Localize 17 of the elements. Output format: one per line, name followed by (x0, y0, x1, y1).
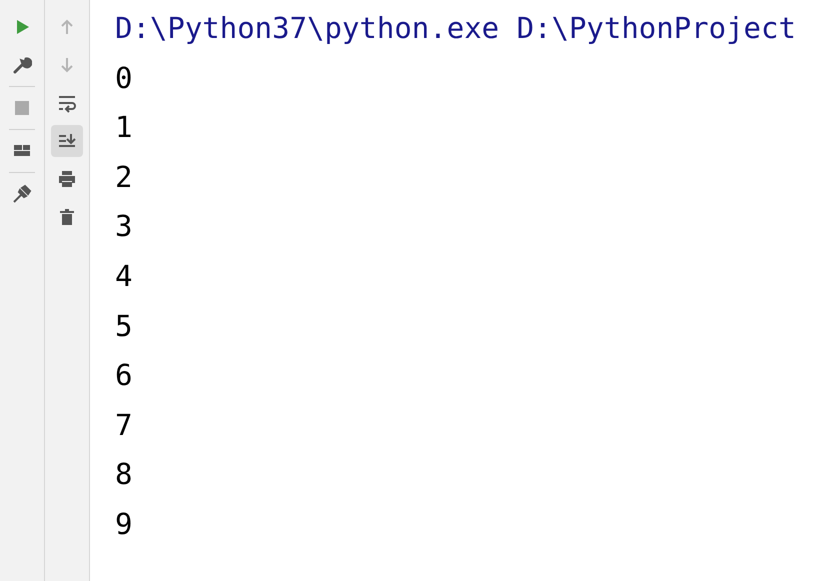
output-line: 9 (115, 506, 134, 543)
scroll-to-end-button[interactable] (51, 125, 83, 157)
output-line: 3 (115, 208, 134, 246)
output-line: 7 (115, 406, 134, 444)
output-line: 5 (115, 308, 134, 345)
soft-wrap-icon (57, 93, 77, 113)
command-line: D:\Python37\python.exe D:\PythonProject (115, 10, 797, 47)
pin-icon (12, 184, 32, 204)
stop-icon (12, 98, 32, 118)
output-line: 6 (115, 357, 134, 394)
printer-icon (57, 169, 77, 189)
output-line: 2 (115, 158, 134, 196)
output-line: 8 (115, 456, 134, 494)
output-line: 4 (115, 258, 134, 295)
trash-icon (57, 207, 77, 227)
output-line: 1 (115, 109, 134, 146)
output-line: 0 (115, 60, 134, 97)
